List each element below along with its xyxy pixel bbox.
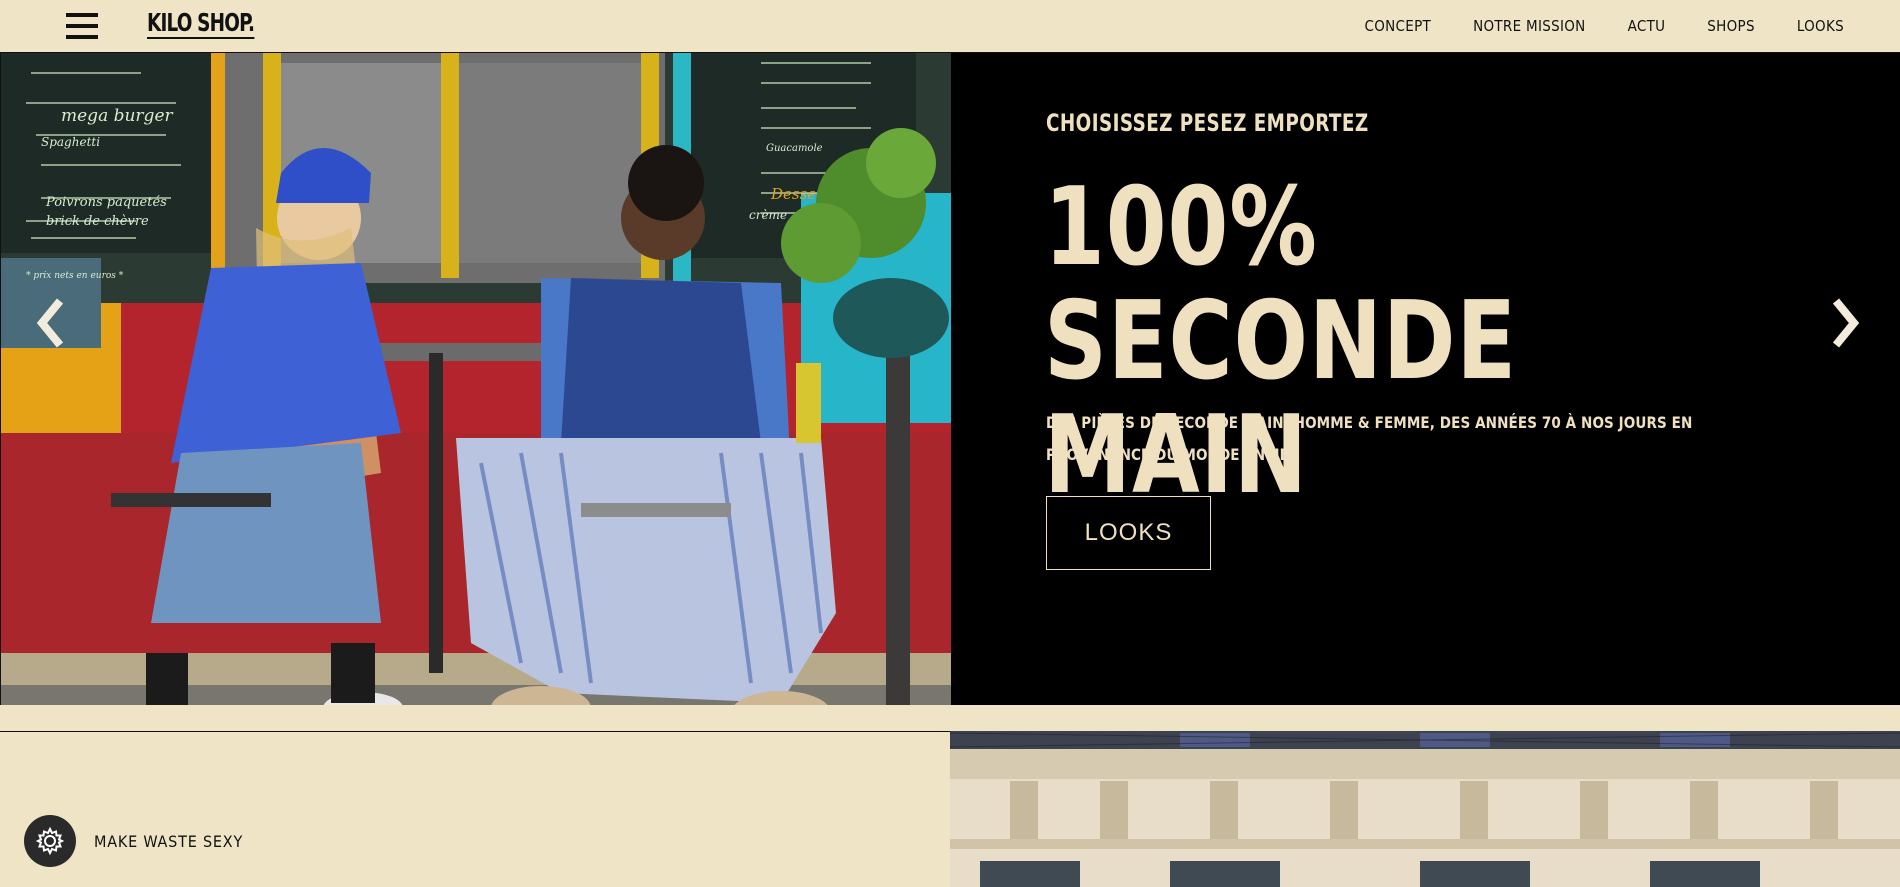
shop-building-photo [950,731,1900,887]
settings-button[interactable] [24,815,76,867]
hero-photo: mega burger Spaghetti brick de chèvre Po… [0,53,951,705]
hero-subtitle: DES PIÈCES DE SECONDE MAIN, HOMME & FEMM… [1046,413,1693,464]
tagline: MAKE WASTE SEXY [94,832,244,851]
hero-text-panel: CHOISISSEZ PESEZ EMPORTEZ 100% SECONDE M… [951,53,1900,705]
looks-button[interactable]: LOOKS [1046,496,1211,570]
chevron-right-icon[interactable] [1826,293,1866,353]
chalkboard-text: crème [749,208,787,222]
chalkboard-text: * prix nets en euros * [26,271,124,281]
nav-item-actu[interactable]: ACTU [1628,17,1666,35]
site-logo[interactable]: KILO SHOP. [147,9,255,39]
site-header: KILO SHOP. CONCEPT NOTRE MISSION ACTU SH… [0,0,1900,53]
hamburger-menu-icon[interactable] [66,12,98,40]
chalkboard-text: Poivrons paquetés [45,195,167,210]
nav-item-concept[interactable]: CONCEPT [1365,17,1432,35]
hero-photo-illustration: mega burger Spaghetti brick de chèvre Po… [1,53,951,705]
building-illustration [950,731,1900,887]
main-nav: CONCEPT NOTRE MISSION ACTU SHOPS LOOKS [1365,0,1845,52]
chalkboard-text: Guacamole [766,143,823,154]
chalkboard-text: mega burger [61,106,174,126]
gear-icon [35,826,65,856]
chalkboard-text: brick de chèvre [46,214,149,229]
nav-item-notre-mission[interactable]: NOTRE MISSION [1473,17,1586,35]
nav-item-looks[interactable]: LOOKS [1797,17,1844,35]
hero-slider: mega burger Spaghetti brick de chèvre Po… [0,53,1900,705]
nav-item-shops[interactable]: SHOPS [1707,17,1755,35]
hero-eyebrow: CHOISISSEZ PESEZ EMPORTEZ [1046,109,1369,137]
chevron-left-icon[interactable] [30,293,70,353]
chalkboard-text: Spaghetti [41,135,100,149]
